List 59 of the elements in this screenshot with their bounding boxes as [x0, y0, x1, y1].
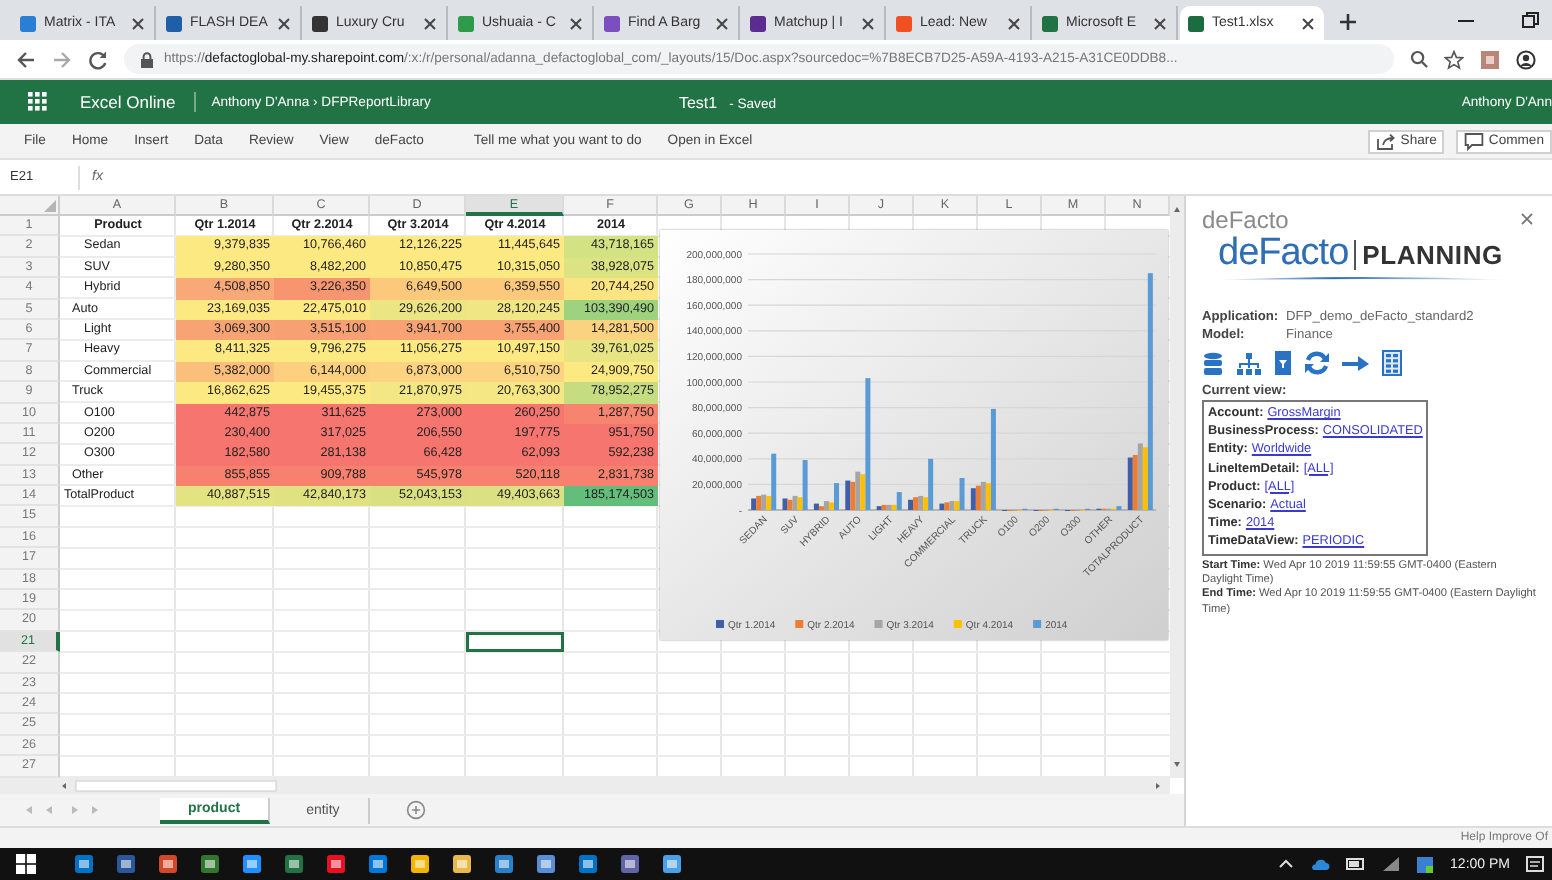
app-icon[interactable] [158, 854, 178, 874]
app-icon[interactable] [452, 854, 472, 874]
wifi-icon[interactable] [1382, 856, 1401, 872]
app-icon[interactable] [368, 854, 388, 874]
profile-icon[interactable] [1516, 49, 1536, 69]
back-icon[interactable] [16, 49, 36, 69]
close-icon[interactable] [1300, 15, 1316, 31]
app-icon[interactable] [326, 854, 346, 874]
app-icon[interactable] [284, 854, 304, 874]
cloud-icon[interactable] [1310, 856, 1331, 872]
arrow-icon[interactable] [1342, 354, 1370, 372]
brand-label: deFacto [1202, 208, 1289, 232]
share-icon [1376, 131, 1397, 151]
search-icon[interactable] [1410, 50, 1428, 68]
document-title[interactable]: Test1 [678, 93, 718, 111]
app-name[interactable]: Excel Online [80, 92, 196, 112]
reload-icon[interactable] [88, 49, 108, 69]
app-icon[interactable] [410, 854, 430, 874]
app-icon[interactable] [536, 854, 556, 874]
app-icon[interactable] [578, 854, 598, 874]
caret-up-icon[interactable] [1278, 856, 1295, 872]
close-icon[interactable] [1152, 15, 1168, 31]
add-sheet-icon[interactable] [405, 800, 426, 820]
close-icon[interactable] [860, 15, 876, 31]
app-icon[interactable] [662, 854, 682, 874]
document-icon[interactable] [1274, 350, 1292, 376]
battery-icon[interactable] [1346, 856, 1367, 872]
logo-text: deFacto [1218, 234, 1349, 274]
vertical-scrollbar[interactable] [1170, 196, 1184, 778]
hierarchy-icon[interactable] [1236, 351, 1262, 375]
restore-icon[interactable] [1520, 10, 1540, 30]
notification-icon[interactable] [1526, 855, 1544, 873]
windows-icon[interactable] [16, 854, 36, 874]
comment-icon [1464, 131, 1485, 151]
app-icon[interactable] [494, 854, 514, 874]
close-icon[interactable] [568, 15, 584, 31]
refresh-icon[interactable] [1304, 350, 1330, 376]
close-icon[interactable] [130, 15, 146, 31]
grid-icon[interactable] [1382, 350, 1402, 376]
close-icon[interactable] [1520, 212, 1534, 226]
close-icon[interactable] [422, 15, 438, 31]
app-icon[interactable] [200, 854, 220, 874]
app-icon[interactable] [620, 854, 640, 874]
selected-cell[interactable] [466, 631, 564, 653]
app-icon[interactable] [74, 854, 94, 874]
logo-product-text: PLANNING [1362, 239, 1503, 269]
database-icon[interactable] [1202, 351, 1224, 375]
app-icon[interactable] [242, 854, 262, 874]
extension-icon[interactable] [1480, 49, 1500, 69]
close-icon[interactable] [714, 15, 730, 31]
horizontal-scrollbar[interactable] [0, 778, 1170, 794]
close-icon[interactable] [1006, 15, 1022, 31]
close-icon[interactable] [276, 15, 292, 31]
app-launcher-icon[interactable] [28, 92, 48, 112]
lock-icon [140, 51, 154, 67]
app-icon[interactable] [116, 854, 136, 874]
star-icon[interactable] [1444, 49, 1464, 69]
tray-app-icon[interactable] [1416, 855, 1435, 873]
new-tab-icon[interactable] [1338, 12, 1358, 32]
